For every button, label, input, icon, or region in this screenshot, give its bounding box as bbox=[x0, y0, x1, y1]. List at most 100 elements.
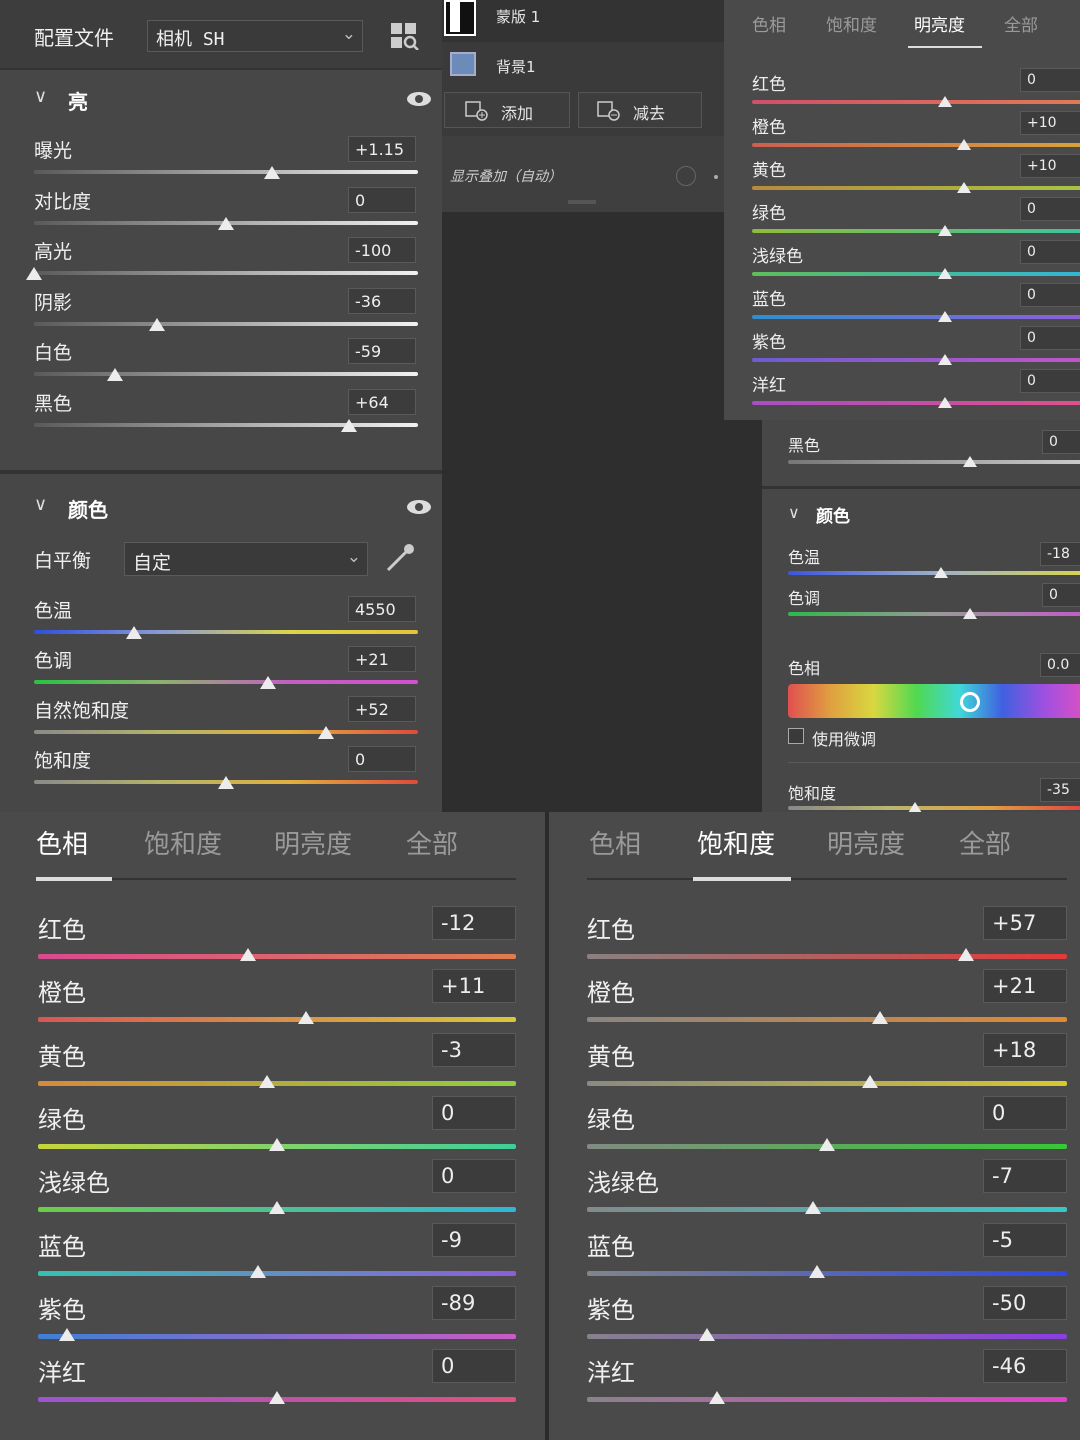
hsl-row-value[interactable]: -12 bbox=[432, 906, 516, 940]
tint-value[interactable]: 0 bbox=[1042, 583, 1080, 607]
hue-slider-knob[interactable] bbox=[960, 692, 980, 712]
hsl-row-value[interactable]: +21 bbox=[983, 969, 1067, 1004]
hsl-slider-track[interactable] bbox=[752, 143, 1080, 147]
hsl-slider-thumb[interactable] bbox=[862, 1074, 879, 1088]
slider-track[interactable] bbox=[34, 321, 418, 326]
hsl-slider-track[interactable] bbox=[38, 1270, 516, 1276]
image-thumbnail[interactable] bbox=[450, 52, 476, 76]
slider-value-field[interactable]: +64 bbox=[348, 388, 416, 415]
tab-1[interactable]: 饱和度 bbox=[826, 11, 877, 36]
slider-value-field[interactable]: +1.15 bbox=[348, 136, 416, 162]
slider-track[interactable] bbox=[34, 271, 418, 275]
hsl-row-value[interactable]: 0 bbox=[1020, 326, 1080, 350]
temp-value[interactable]: -18 bbox=[1040, 542, 1080, 566]
hsl-row-value[interactable]: 0 bbox=[983, 1095, 1067, 1130]
hsl-slider-thumb[interactable] bbox=[819, 1137, 835, 1151]
slider-thumb[interactable] bbox=[26, 267, 42, 280]
hsl-slider-thumb[interactable] bbox=[938, 354, 952, 365]
hsl-row-value[interactable]: 0 bbox=[1020, 68, 1080, 92]
profile-browser-icon[interactable] bbox=[390, 22, 420, 50]
subtract-button[interactable]: 减去 bbox=[578, 92, 702, 128]
slider-value-field[interactable]: 4550 bbox=[348, 596, 416, 622]
overlay-toggle[interactable] bbox=[676, 166, 696, 186]
tint-slider-track[interactable] bbox=[788, 612, 1080, 616]
slider-value-field[interactable]: +21 bbox=[348, 646, 416, 672]
hsl-row-value[interactable]: +18 bbox=[983, 1032, 1067, 1067]
slider-thumb[interactable] bbox=[148, 317, 165, 331]
tab-0[interactable]: 色相 bbox=[752, 11, 786, 36]
tab-1[interactable]: 饱和度 bbox=[697, 824, 775, 861]
temp-slider-thumb[interactable] bbox=[934, 567, 949, 578]
tab-3[interactable]: 全部 bbox=[1004, 11, 1038, 36]
hsl-slider-track[interactable] bbox=[587, 1207, 1067, 1213]
slider-thumb[interactable] bbox=[106, 368, 123, 381]
slider-thumb[interactable] bbox=[340, 418, 357, 432]
hue-value[interactable]: 0.0 bbox=[1040, 653, 1080, 677]
slider-track[interactable] bbox=[34, 170, 418, 174]
hsl-row-value[interactable]: 0 bbox=[1020, 197, 1080, 221]
hsl-slider-track[interactable] bbox=[38, 1333, 516, 1339]
slider-track[interactable] bbox=[34, 730, 418, 734]
hsl-slider-thumb[interactable] bbox=[958, 948, 975, 961]
collapse-chevron-icon[interactable]: ∨ bbox=[34, 494, 47, 515]
hsl-row-value[interactable]: 0 bbox=[1020, 369, 1080, 393]
tab-1[interactable]: 饱和度 bbox=[144, 824, 222, 861]
slider-value-field[interactable]: -59 bbox=[348, 338, 416, 364]
hsl-slider-thumb[interactable] bbox=[249, 1264, 266, 1278]
hsl-slider-thumb[interactable] bbox=[259, 1074, 276, 1088]
slider-thumb[interactable] bbox=[317, 726, 334, 739]
hsl-slider-track[interactable] bbox=[752, 315, 1080, 319]
mask-thumbnail[interactable] bbox=[444, 0, 476, 36]
hsl-row-value[interactable]: +10 bbox=[1020, 154, 1080, 178]
hsl-row-value[interactable]: +10 bbox=[1020, 111, 1080, 135]
hsl-slider-track[interactable] bbox=[752, 229, 1080, 233]
hsl-row-value[interactable]: -46 bbox=[983, 1349, 1067, 1384]
layer-name[interactable]: 蒙版 1 bbox=[496, 6, 540, 27]
black-slider-thumb[interactable] bbox=[963, 456, 977, 467]
add-button[interactable]: 添加 bbox=[444, 92, 570, 128]
slider-value-field[interactable]: 0 bbox=[348, 186, 416, 213]
hsl-row-value[interactable]: -89 bbox=[432, 1285, 516, 1320]
hsl-row-value[interactable]: 0 bbox=[432, 1349, 516, 1384]
hue-slider[interactable] bbox=[788, 684, 1080, 718]
hsl-slider-track[interactable] bbox=[38, 954, 516, 959]
hsl-slider-track[interactable] bbox=[752, 186, 1080, 190]
eyedropper-icon[interactable] bbox=[384, 542, 416, 574]
hsl-slider-thumb[interactable] bbox=[938, 397, 952, 408]
saturation-value[interactable]: -35 bbox=[1040, 778, 1080, 802]
hsl-row-value[interactable]: -3 bbox=[432, 1032, 516, 1067]
slider-thumb[interactable] bbox=[260, 676, 277, 689]
slider-thumb[interactable] bbox=[218, 216, 234, 230]
tint-slider-thumb[interactable] bbox=[963, 608, 977, 619]
hsl-slider-thumb[interactable] bbox=[938, 225, 952, 236]
slider-value-field[interactable]: +52 bbox=[348, 696, 416, 722]
hsl-slider-track[interactable] bbox=[38, 1017, 516, 1023]
hsl-slider-track[interactable] bbox=[752, 100, 1080, 104]
hsl-row-value[interactable]: 0 bbox=[1020, 283, 1080, 307]
tab-2[interactable]: 明亮度 bbox=[827, 824, 905, 861]
tab-0[interactable]: 色相 bbox=[36, 824, 88, 861]
hsl-row-value[interactable]: -5 bbox=[983, 1222, 1067, 1257]
hsl-slider-thumb[interactable] bbox=[804, 1201, 821, 1215]
collapse-chevron-icon[interactable]: ∨ bbox=[788, 503, 800, 522]
hsl-slider-track[interactable] bbox=[752, 358, 1080, 362]
layer-name[interactable]: 背景1 bbox=[496, 56, 536, 77]
slider-track[interactable] bbox=[34, 630, 418, 634]
slider-thumb[interactable] bbox=[264, 166, 281, 179]
saturation-slider-track[interactable] bbox=[788, 806, 1080, 810]
hsl-slider-track[interactable] bbox=[38, 1080, 516, 1086]
hsl-slider-thumb[interactable] bbox=[809, 1264, 826, 1278]
resize-handle[interactable] bbox=[568, 200, 596, 204]
hsl-slider-thumb[interactable] bbox=[708, 1391, 725, 1405]
eye-icon[interactable] bbox=[406, 498, 432, 516]
hsl-row-value[interactable]: +57 bbox=[983, 906, 1067, 940]
tab-3[interactable]: 全部 bbox=[959, 824, 1011, 861]
black-value[interactable]: 0 bbox=[1042, 430, 1080, 454]
hsl-slider-track[interactable] bbox=[587, 1017, 1067, 1023]
hsl-slider-thumb[interactable] bbox=[871, 1011, 888, 1025]
hsl-slider-thumb[interactable] bbox=[269, 1391, 285, 1405]
hsl-slider-track[interactable] bbox=[752, 272, 1080, 276]
hsl-row-value[interactable]: -50 bbox=[983, 1285, 1067, 1320]
white-balance-select[interactable]: 自定 ⌄ bbox=[124, 542, 368, 576]
hsl-row-value[interactable]: -9 bbox=[432, 1222, 516, 1257]
